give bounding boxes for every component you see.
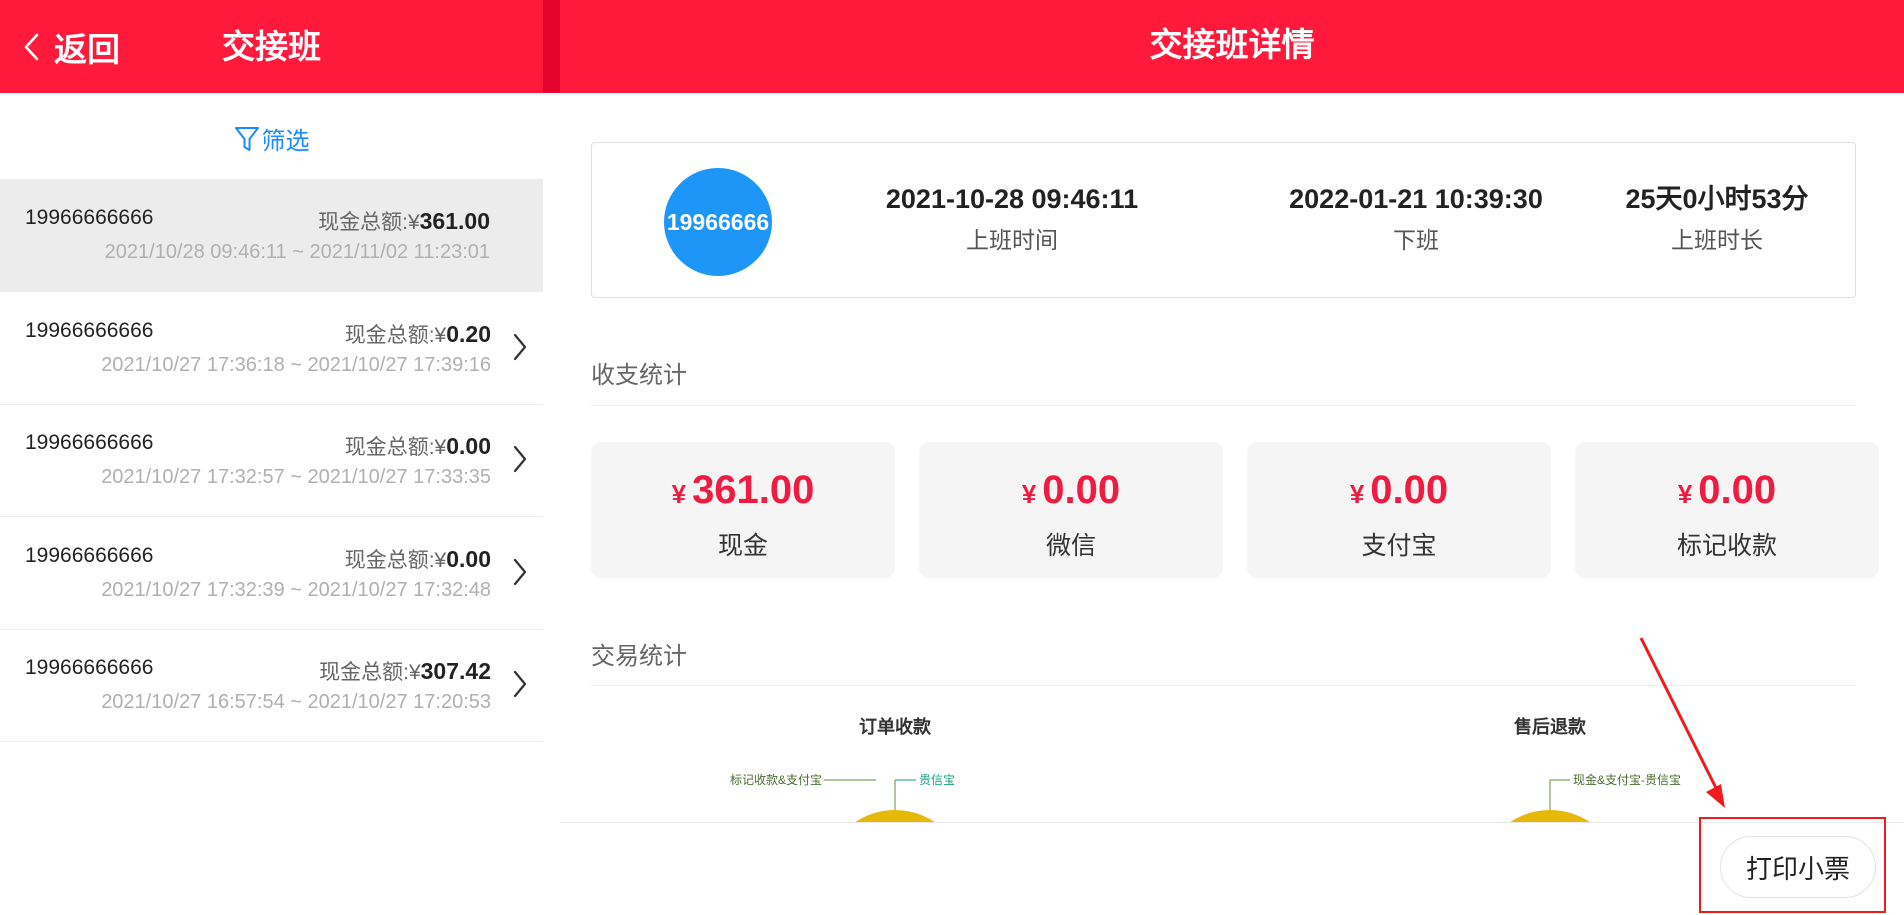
trade-charts: 标记收款&支付宝 贵信宝 现金&支付宝-贵信宝: [560, 690, 1904, 823]
top-bar: 返回 交接班 交接班详情: [0, 0, 1904, 93]
stat-label: 微信: [1045, 532, 1096, 560]
filter-label: 筛选: [261, 128, 310, 155]
record-cash: 现金总额:¥361.00: [318, 206, 490, 236]
divider: [591, 405, 1854, 406]
duration-block: 25天0小时53分 上班时长: [1597, 183, 1837, 255]
stat-value: 0.00: [1370, 468, 1449, 512]
print-highlight-box: 打印小票: [1699, 817, 1886, 913]
currency-symbol: ¥: [434, 436, 447, 459]
stat-amount: ¥0.00: [1575, 466, 1879, 518]
chevron-right-icon: [513, 445, 527, 473]
cash-label: 现金总额:: [318, 211, 408, 234]
order-chart-legend-left: 标记收款&支付宝: [730, 773, 822, 787]
record-time-range: 2021/10/27 17:32:39 ~ 2021/10/27 17:32:4…: [101, 579, 491, 601]
start-time-block: 2021-10-28 09:46:11 上班时间: [802, 183, 1222, 255]
currency-symbol: ¥: [434, 549, 447, 572]
filter-button[interactable]: 筛选: [0, 121, 543, 156]
record-phone: 19966666666: [25, 319, 154, 342]
chevron-right-icon: [513, 670, 527, 698]
print-receipt-button[interactable]: 打印小票: [1720, 836, 1876, 898]
currency-symbol: ¥: [1677, 479, 1693, 509]
currency-symbol: ¥: [408, 661, 421, 684]
trade-section-title: 交易统计: [591, 643, 687, 670]
end-time-label: 下班: [1393, 227, 1439, 253]
stat-label: 支付宝: [1361, 532, 1437, 560]
list-title: 交接班: [222, 28, 321, 65]
header-divider: [543, 0, 560, 93]
cash-amount: 361.00: [419, 208, 490, 234]
income-section-title: 收支统计: [591, 362, 687, 389]
refund-chart-legend: 现金&支付宝-贵信宝: [1573, 772, 1681, 787]
record-cash: 现金总额:¥0.00: [345, 544, 491, 574]
cash-amount: 0.00: [446, 546, 491, 572]
stat-card-marked: ¥0.00 标记收款: [1575, 442, 1879, 578]
chevron-right-icon: [513, 333, 527, 361]
shift-info-card: 19966666 2021-10-28 09:46:11 上班时间 2022-0…: [591, 142, 1856, 298]
stat-amount: ¥0.00: [1247, 466, 1551, 518]
cash-amount: 307.42: [420, 658, 491, 684]
stat-card-wechat: ¥0.00 微信: [919, 442, 1223, 578]
currency-symbol: ¥: [671, 479, 687, 509]
shift-record[interactable]: 19966666666 现金总额:¥361.00 2021/10/28 09:4…: [0, 179, 543, 292]
shift-record[interactable]: 19966666666 现金总额:¥307.42 2021/10/27 16:5…: [0, 629, 543, 742]
start-time-label: 上班时间: [966, 227, 1058, 253]
record-time-range: 2021/10/27 17:36:18 ~ 2021/10/27 17:39:1…: [101, 354, 491, 376]
pie-charts: 标记收款&支付宝 贵信宝 现金&支付宝-贵信宝: [730, 772, 1681, 823]
order-chart-legend-right: 贵信宝: [919, 773, 955, 787]
chevron-left-icon: [24, 33, 39, 61]
cash-label: 现金总额:: [344, 436, 435, 459]
stat-label: 现金: [717, 532, 768, 560]
cash-amount: 0.20: [446, 321, 491, 347]
stat-amount: ¥361.00: [591, 466, 895, 518]
stat-amount: ¥0.00: [919, 466, 1223, 518]
record-phone: 19966666666: [25, 544, 154, 567]
stat-card-alipay: ¥0.00 支付宝: [1247, 442, 1551, 578]
divider: [591, 685, 1854, 686]
cash-label: 现金总额:: [344, 549, 435, 572]
end-time-value: 2022-01-21 10:39:30: [1289, 184, 1543, 214]
back-label: 返回: [54, 31, 120, 68]
record-time-range: 2021/10/28 09:46:11 ~ 2021/11/02 11:23:0…: [104, 241, 490, 263]
stat-label: 标记收款: [1676, 532, 1777, 560]
list-header: 返回 交接班: [0, 0, 543, 93]
end-time-block: 2022-01-21 10:39:30 下班: [1206, 183, 1626, 255]
record-cash: 现金总额:¥307.42: [319, 656, 491, 686]
avatar: 19966666: [664, 168, 772, 276]
currency-symbol: ¥: [434, 324, 447, 347]
record-cash: 现金总额:¥0.00: [345, 431, 491, 461]
duration-value: 25天0小时53分: [1625, 184, 1809, 214]
currency-symbol: ¥: [1021, 479, 1037, 509]
funnel-icon: [234, 126, 259, 151]
stat-value: 0.00: [1698, 468, 1777, 512]
page-title: 交接班详情: [1149, 26, 1315, 63]
shift-record[interactable]: 19966666666 现金总额:¥0.00 2021/10/27 17:32:…: [0, 517, 543, 630]
back-button[interactable]: 返回: [22, 24, 120, 70]
cash-label: 现金总额:: [344, 324, 435, 347]
record-phone: 19966666666: [25, 206, 154, 229]
stat-value: 361.00: [692, 468, 815, 512]
chevron-right-icon: [513, 558, 527, 586]
record-cash: 现金总额:¥0.20: [345, 319, 491, 349]
start-time-value: 2021-10-28 09:46:11: [885, 184, 1139, 214]
shift-record[interactable]: 19966666666 现金总额:¥0.00 2021/10/27 17:32:…: [0, 404, 543, 517]
stat-card-cash: ¥361.00 现金: [591, 442, 895, 578]
shift-record[interactable]: 19966666666 现金总额:¥0.20 2021/10/27 17:36:…: [0, 292, 543, 405]
duration-label: 上班时长: [1671, 227, 1763, 253]
record-time-range: 2021/10/27 17:32:57 ~ 2021/10/27 17:33:3…: [101, 466, 491, 488]
record-phone: 19966666666: [25, 431, 154, 454]
record-time-range: 2021/10/27 16:57:54 ~ 2021/10/27 17:20:5…: [101, 691, 491, 713]
cash-label: 现金总额:: [319, 661, 409, 684]
cash-amount: 0.00: [446, 433, 491, 459]
currency-symbol: ¥: [407, 211, 420, 234]
record-phone: 19966666666: [25, 656, 154, 679]
stat-value: 0.00: [1042, 468, 1121, 512]
shift-list-panel: 筛选 19966666666 现金总额:¥361.00 2021/10/28 0…: [0, 93, 543, 915]
currency-symbol: ¥: [1349, 479, 1365, 509]
